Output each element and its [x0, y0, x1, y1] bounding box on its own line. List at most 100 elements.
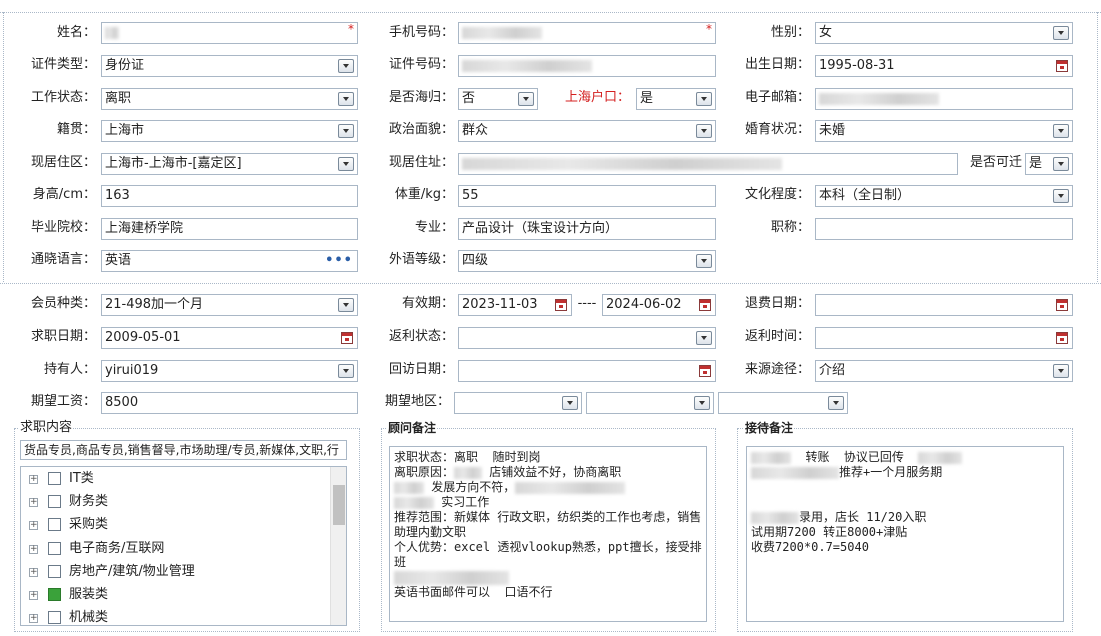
note-line: 英语书面邮件可以 口语不行: [394, 585, 553, 599]
education-label: 文化程度：: [744, 187, 810, 202]
chevron-down-icon[interactable]: [518, 92, 534, 106]
checkbox[interactable]: [48, 565, 61, 578]
returnee-select[interactable]: 否: [458, 88, 538, 110]
job-content-summary-field[interactable]: 货品专员,商品专员,销售督导,市场助理/专员,新媒体,文职,行: [20, 440, 347, 460]
id-number-field[interactable]: [458, 55, 716, 77]
work-status-label: 工作状态：: [30, 90, 96, 105]
weight-label: 体重/kg：: [394, 187, 454, 202]
chevron-down-icon[interactable]: [828, 396, 844, 410]
more-icon[interactable]: •••: [325, 251, 353, 271]
source-select[interactable]: 介绍: [815, 360, 1073, 382]
scrollbar-thumb[interactable]: [333, 485, 345, 525]
rebate-time-field[interactable]: [815, 327, 1073, 349]
native-place-select[interactable]: 上海市: [101, 120, 358, 142]
mobile-field[interactable]: *: [458, 22, 716, 44]
weight-field[interactable]: 55: [458, 185, 716, 207]
visit-date-field[interactable]: [458, 360, 716, 382]
expected-area-province-select[interactable]: [454, 392, 582, 414]
chevron-down-icon[interactable]: [1053, 157, 1069, 171]
language-field[interactable]: 英语 •••: [101, 250, 358, 272]
email-field[interactable]: [815, 88, 1073, 110]
birth-date-field[interactable]: 1995-08-31: [815, 55, 1073, 77]
id-type-label: 证件类型：: [30, 57, 96, 72]
validity-start-field[interactable]: 2023-11-03: [458, 294, 572, 316]
chevron-down-icon[interactable]: [338, 92, 354, 106]
refund-date-field[interactable]: [815, 294, 1073, 316]
calendar-icon[interactable]: [699, 365, 711, 377]
checkbox[interactable]: [48, 472, 61, 485]
relocatable-label: 是否可迁: [969, 155, 1022, 170]
birth-date-label: 出生日期：: [744, 57, 810, 72]
checkbox-checked[interactable]: [48, 588, 61, 601]
language-level-select[interactable]: 四级: [458, 250, 716, 272]
expand-icon[interactable]: +: [29, 475, 38, 484]
calendar-icon[interactable]: [1056, 299, 1068, 311]
expected-area-city-select[interactable]: [586, 392, 714, 414]
chevron-down-icon[interactable]: [562, 396, 578, 410]
expand-icon[interactable]: +: [29, 545, 38, 554]
current-address-field[interactable]: [458, 153, 958, 175]
chevron-down-icon[interactable]: [1053, 189, 1069, 203]
chevron-down-icon[interactable]: [1053, 364, 1069, 378]
political-label: 政治面貌：: [388, 122, 454, 137]
calendar-icon[interactable]: [555, 299, 567, 311]
shanghai-hukou-select[interactable]: 是: [636, 88, 716, 110]
advisor-notes-textarea[interactable]: 求职状态：离职 随时到岗 离职原因： 店铺效益不好，协商离职 发展方向不符， 实习…: [389, 446, 707, 622]
chevron-down-icon[interactable]: [338, 124, 354, 138]
marital-value: 未婚: [819, 123, 846, 138]
chevron-down-icon[interactable]: [338, 157, 354, 171]
marital-select[interactable]: 未婚: [815, 120, 1073, 142]
height-field[interactable]: 163: [101, 185, 358, 207]
chevron-down-icon[interactable]: [338, 59, 354, 73]
scrollbar[interactable]: [330, 467, 346, 625]
chevron-down-icon[interactable]: [696, 331, 712, 345]
chevron-down-icon[interactable]: [338, 364, 354, 378]
holder-select[interactable]: yirui019: [101, 360, 358, 382]
political-select[interactable]: 群众: [458, 120, 716, 142]
expected-area-district-select[interactable]: [718, 392, 848, 414]
checkbox[interactable]: [48, 611, 61, 624]
current-area-select[interactable]: 上海市-上海市-[嘉定区]: [101, 153, 358, 175]
current-area-value: 上海市-上海市-[嘉定区]: [105, 156, 242, 171]
tree-item-label: 财务类: [69, 494, 109, 509]
member-type-select[interactable]: 21-498加一个月: [101, 294, 358, 316]
title-field[interactable]: [815, 218, 1073, 240]
validity-end-field[interactable]: 2024-06-02: [602, 294, 716, 316]
expand-icon[interactable]: +: [29, 591, 38, 600]
chevron-down-icon[interactable]: [696, 254, 712, 268]
chevron-down-icon[interactable]: [696, 92, 712, 106]
rebate-status-select[interactable]: [458, 327, 716, 349]
reception-notes-textarea[interactable]: 转账 协议已回传 推荐+一个月服务期 录用，店长 11/20入职 试用期7200 转…: [746, 446, 1064, 622]
expand-icon[interactable]: +: [29, 614, 38, 623]
checkbox[interactable]: [48, 542, 61, 555]
expand-icon[interactable]: +: [29, 498, 38, 507]
calendar-icon[interactable]: [341, 332, 353, 344]
name-field[interactable]: *: [101, 22, 358, 44]
id-type-select[interactable]: 身份证: [101, 55, 358, 77]
expand-icon[interactable]: +: [29, 568, 38, 577]
work-status-select[interactable]: 离职: [101, 88, 358, 110]
education-select[interactable]: 本科（全日制）: [815, 185, 1073, 207]
calendar-icon[interactable]: [699, 299, 711, 311]
chevron-down-icon[interactable]: [696, 124, 712, 138]
native-place-label: 籍贯：: [56, 122, 96, 137]
tree-item-label: IT类: [69, 471, 94, 486]
chevron-down-icon[interactable]: [1053, 124, 1069, 138]
expand-icon[interactable]: +: [29, 521, 38, 530]
note-line: 实习工作: [394, 495, 702, 510]
calendar-icon[interactable]: [1056, 332, 1068, 344]
school-field[interactable]: 上海建桥学院: [101, 218, 358, 240]
expected-salary-field[interactable]: 8500: [101, 392, 358, 414]
reception-notes-title: 接待备注: [744, 420, 795, 436]
major-field[interactable]: 产品设计（珠宝设计方向）: [458, 218, 716, 240]
checkbox[interactable]: [48, 495, 61, 508]
gender-select[interactable]: 女: [815, 22, 1073, 44]
chevron-down-icon[interactable]: [694, 396, 710, 410]
job-date-field[interactable]: 2009-05-01: [101, 327, 358, 349]
checkbox[interactable]: [48, 518, 61, 531]
relocatable-select[interactable]: 是: [1025, 153, 1073, 175]
chevron-down-icon[interactable]: [338, 298, 354, 312]
chevron-down-icon[interactable]: [1053, 26, 1069, 40]
calendar-icon[interactable]: [1056, 60, 1068, 72]
note-line-text: 实习工作: [441, 495, 490, 509]
